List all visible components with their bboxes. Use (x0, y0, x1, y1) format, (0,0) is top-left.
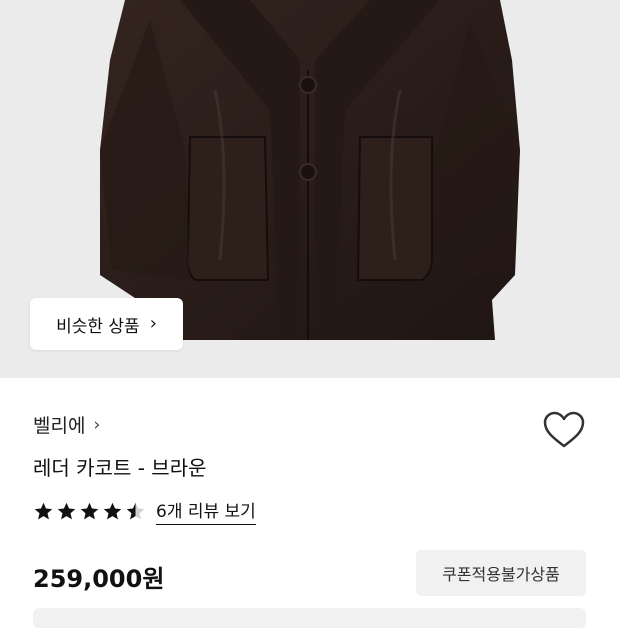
product-name: 레더 카코트 - 브라운 (33, 456, 207, 480)
similar-products-button[interactable]: 비슷한 상품 › (30, 298, 183, 350)
star-icon (103, 502, 122, 519)
brand-link[interactable]: 벨리에 › (33, 411, 100, 438)
star-icon (34, 502, 53, 519)
similar-products-label: 비슷한 상품 (56, 316, 140, 337)
rating-row: 6개 리뷰 보기 (33, 497, 256, 525)
review-link[interactable]: 6개 리뷰 보기 (156, 497, 256, 525)
star-half-icon (126, 502, 145, 519)
chevron-right-icon: › (149, 313, 157, 334)
heart-outline-icon[interactable] (542, 410, 586, 450)
product-price: 259,000원 (33, 565, 165, 593)
brand-name: 벨리에 (33, 415, 86, 437)
coupon-badge: 쿠폰적용불가상품 (416, 550, 586, 596)
info-box (33, 608, 586, 628)
chevron-right-icon: › (93, 414, 101, 435)
star-icon (80, 502, 99, 519)
product-image[interactable]: 비슷한 상품 › (0, 0, 620, 378)
star-icon (57, 502, 76, 519)
rating-stars (33, 501, 146, 522)
coupon-label: 쿠폰적용불가상품 (442, 565, 560, 584)
